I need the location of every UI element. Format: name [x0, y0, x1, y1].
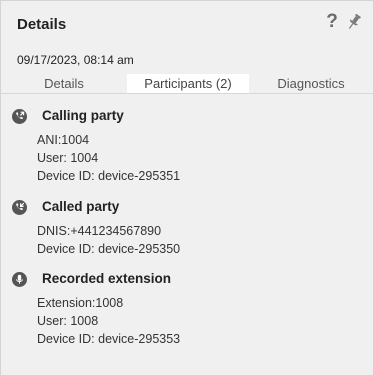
pin-icon[interactable] [346, 12, 362, 32]
panel-header: Details ? [1, 1, 373, 47]
calling-party-heading: Calling party [42, 108, 124, 123]
participants-content: Calling party ANI:1004 User: 1004 Device… [1, 93, 373, 375]
recorded-device-id: Device ID: device-295353 [37, 332, 181, 346]
called-device-id: Device ID: device-295350 [37, 242, 181, 256]
calling-device-id: Device ID: device-295351 [37, 169, 181, 183]
tab-details[interactable]: Details [1, 74, 127, 93]
recorded-extension-number: Extension:1008 [37, 296, 124, 310]
microphone-icon [12, 272, 27, 287]
calling-ani: ANI:1004 [37, 133, 90, 147]
phone-incoming-icon [12, 200, 27, 215]
tab-bar: Details Participants (2) Diagnostics [1, 74, 373, 93]
details-panel: Details ? 09/17/2023, 08:14 am Details P… [0, 0, 374, 375]
called-party-heading: Called party [42, 199, 120, 214]
phone-outgoing-icon [12, 109, 27, 124]
tab-diagnostics[interactable]: Diagnostics [249, 74, 373, 93]
help-icon[interactable]: ? [323, 11, 341, 33]
recorded-user: User: 1008 [37, 314, 99, 328]
call-timestamp: 09/17/2023, 08:14 am [17, 53, 134, 67]
panel-title: Details [17, 16, 67, 33]
tab-participants[interactable]: Participants (2) [127, 74, 249, 93]
calling-user: User: 1004 [37, 151, 99, 165]
recorded-extension-heading: Recorded extension [42, 271, 172, 286]
called-dnis: DNIS:+441234567890 [37, 224, 162, 238]
